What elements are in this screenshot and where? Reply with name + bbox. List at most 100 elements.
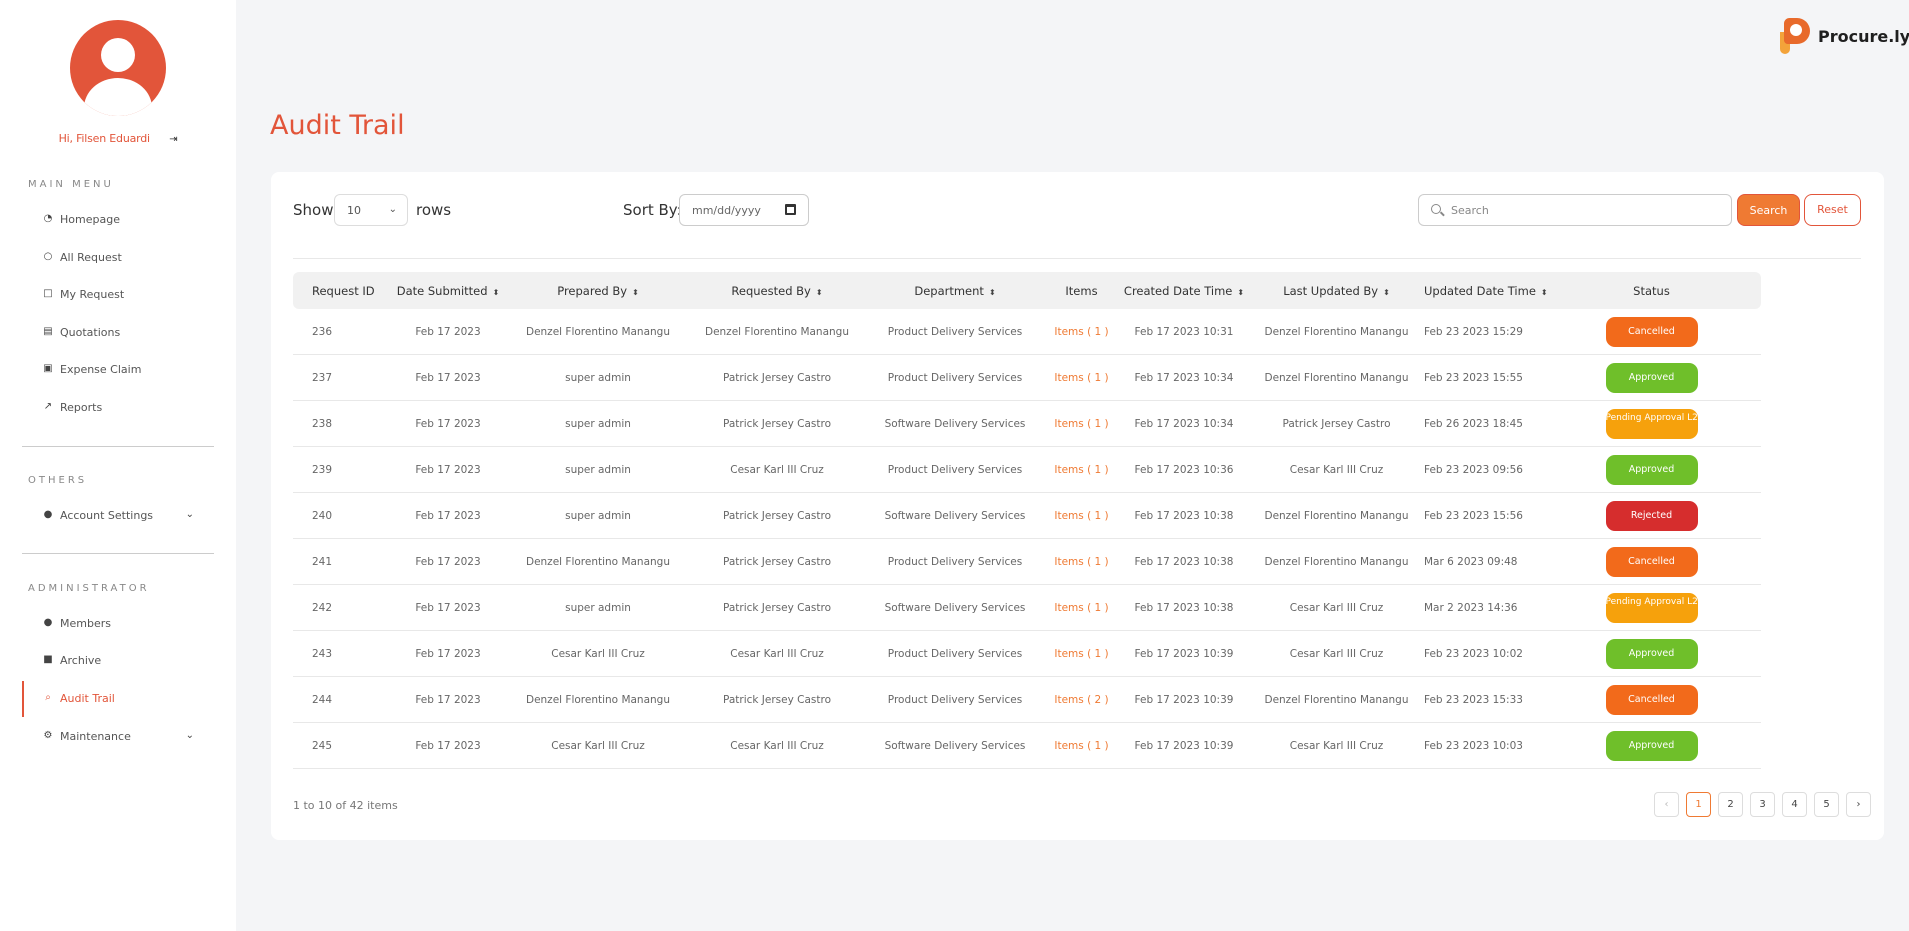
sidebar-item-label: Archive (60, 653, 102, 667)
items-link[interactable]: Items ( 1 ) (1054, 464, 1108, 476)
items-link[interactable]: Items ( 1 ) (1054, 418, 1108, 430)
column-header[interactable]: Prepared By ⬍ (508, 284, 688, 298)
search-button[interactable]: Search (1737, 194, 1800, 226)
column-header[interactable]: Updated Date Time ⬍ (1424, 284, 1564, 298)
page-button[interactable]: 5 (1814, 792, 1839, 817)
items-link[interactable]: Items ( 1 ) (1054, 372, 1108, 384)
items-link[interactable]: Items ( 1 ) (1054, 602, 1108, 614)
dashboard-icon: ◔ (43, 213, 53, 224)
sidebar-item-audit-trail[interactable]: ⌕ Audit Trail (22, 684, 214, 712)
table-cell: Feb 17 2023 (415, 325, 481, 338)
sidebar-item-members[interactable]: ● Members (22, 609, 214, 637)
table-cell: Cesar Karl III Cruz (730, 647, 824, 660)
sidebar-divider (22, 446, 214, 447)
sort-icon[interactable]: ⬍ (816, 288, 823, 297)
table-cell: Items ( 1 ) (1044, 602, 1119, 614)
table-row: 245 Feb 17 2023 Cesar Karl III Cruz Cesar K… (293, 723, 1761, 769)
sort-icon[interactable]: ⬍ (1237, 288, 1244, 297)
avatar[interactable] (70, 20, 166, 116)
table-row: 238 Feb 17 2023 super admin Patrick Jersey … (293, 401, 1761, 447)
table-cell: Feb 23 2023 15:56 (1424, 509, 1523, 522)
main-menu-title: MAIN MENU (28, 179, 114, 190)
table-cell: Feb 17 2023 (415, 601, 481, 614)
sidebar-item-label: Homepage (60, 212, 120, 226)
table-cell: Patrick Jersey Castro (722, 693, 832, 706)
sort-icon[interactable]: ⬍ (493, 288, 500, 297)
table-cell: Cesar Karl III Cruz (1289, 739, 1384, 752)
status-badge: Approved (1605, 454, 1698, 485)
status-badge: Approved (1605, 638, 1698, 669)
column-header[interactable]: Department ⬍ (866, 284, 1044, 298)
table-cell: Patrick Jersey Castro (1282, 417, 1391, 430)
table-cell: Cancelled (1564, 546, 1739, 577)
others-title: OTHERS (28, 475, 88, 486)
table-cell: Feb 17 2023 (415, 417, 481, 430)
table-cell: Cesar Karl III Cruz (1289, 463, 1384, 476)
sidebar-item-reports[interactable]: ↗ Reports (22, 393, 214, 421)
sidebar-item-homepage[interactable]: ◔ Homepage (22, 205, 214, 233)
status-badge: Pending Approval L2 (1605, 592, 1698, 623)
column-header[interactable]: Requested By ⬍ (688, 284, 866, 298)
table-cell: Denzel Florentino Manangu (1264, 509, 1409, 522)
table-row: 240 Feb 17 2023 super admin Patrick Jersey … (293, 493, 1761, 539)
prev-page-button[interactable]: ‹ (1654, 792, 1679, 817)
calendar-icon[interactable] (785, 204, 796, 215)
sort-icon[interactable]: ⬍ (632, 288, 639, 297)
column-header-label: Request ID (312, 283, 375, 298)
table-cell: Patrick Jersey Castro (722, 555, 832, 568)
table-cell: Items ( 1 ) (1044, 648, 1119, 660)
sort-icon[interactable]: ⬍ (1383, 288, 1390, 297)
search-icon: ⌕ (45, 692, 51, 703)
items-link[interactable]: Items ( 1 ) (1054, 648, 1108, 660)
page-button[interactable]: 3 (1750, 792, 1775, 817)
column-header[interactable]: Date Submitted ⬍ (388, 284, 508, 298)
brand-logo[interactable]: Procure.ly (1780, 18, 1909, 54)
page-button[interactable]: 4 (1782, 792, 1807, 817)
sidebar-item-account-settings[interactable]: ● Account Settings ⌄ (22, 501, 214, 529)
reset-button[interactable]: Reset (1804, 194, 1861, 226)
search-input[interactable]: Search (1418, 194, 1732, 226)
sort-icon[interactable]: ⬍ (1541, 288, 1548, 297)
items-link[interactable]: Items ( 1 ) (1054, 740, 1108, 752)
items-link[interactable]: Items ( 2 ) (1054, 694, 1108, 706)
sidebar-item-expense-claim[interactable]: ▣ Expense Claim (22, 355, 214, 383)
sidebar-item-my-request[interactable]: □ My Request (22, 280, 214, 308)
chevron-down-icon: ⌄ (185, 509, 194, 520)
logout-icon[interactable]: ⇥ (169, 134, 177, 145)
administrator-title: ADMINISTRATOR (28, 583, 150, 594)
table-cell: Approved (1564, 454, 1739, 485)
table-row: 239 Feb 17 2023 super admin Cesar Karl III … (293, 447, 1761, 493)
table-cell: Denzel Florentino Manangu (704, 325, 850, 338)
sidebar-item-label: Reports (60, 400, 103, 414)
items-link[interactable]: Items ( 1 ) (1054, 326, 1108, 338)
table-body: 236 Feb 17 2023 Denzel Florentino Manangu D… (293, 309, 1761, 769)
status-badge: Pending Approval L2 (1605, 408, 1698, 439)
items-link[interactable]: Items ( 1 ) (1054, 510, 1108, 522)
page-button[interactable]: 1 (1686, 792, 1711, 817)
column-header[interactable]: Created Date Time ⬍ (1119, 284, 1249, 298)
table-cell: Feb 23 2023 15:29 (1424, 325, 1523, 338)
table-cell: Pending Approval L2 (1564, 408, 1739, 439)
table-cell: 245 (312, 739, 333, 752)
status-badge: Cancelled (1605, 546, 1698, 577)
sidebar-item-maintenance[interactable]: ⚙ Maintenance ⌄ (22, 722, 214, 750)
sidebar-item-quotations[interactable]: ▤ Quotations (22, 318, 214, 346)
table-cell: super admin (565, 601, 631, 614)
pagination-info: 1 to 10 of 42 items (293, 799, 398, 812)
column-header[interactable]: Last Updated By ⬍ (1249, 284, 1424, 298)
gears-icon: ⚙ (43, 730, 53, 741)
sidebar-item-all-request[interactable]: ○ All Request (22, 243, 214, 271)
sort-icon[interactable]: ⬍ (989, 288, 996, 297)
table-cell: super admin (565, 371, 631, 384)
sidebar-item-label: Expense Claim (60, 362, 142, 376)
table-cell: Feb 17 2023 10:39 (1134, 693, 1234, 706)
items-link[interactable]: Items ( 1 ) (1054, 556, 1108, 568)
page-button[interactable]: 2 (1718, 792, 1743, 817)
rows-per-page-select[interactable]: 10 ⌄ (334, 194, 408, 226)
next-page-button[interactable]: › (1846, 792, 1871, 817)
table-cell: Items ( 1 ) (1044, 556, 1119, 568)
sidebar-item-archive[interactable]: ■ Archive (22, 646, 214, 674)
sort-date-input[interactable]: mm/dd/yyyy (679, 194, 809, 226)
table-cell: Cancelled (1564, 684, 1739, 715)
table-header: Request ID Date Submitted ⬍ Prepared By ⬍ Req… (293, 272, 1761, 309)
